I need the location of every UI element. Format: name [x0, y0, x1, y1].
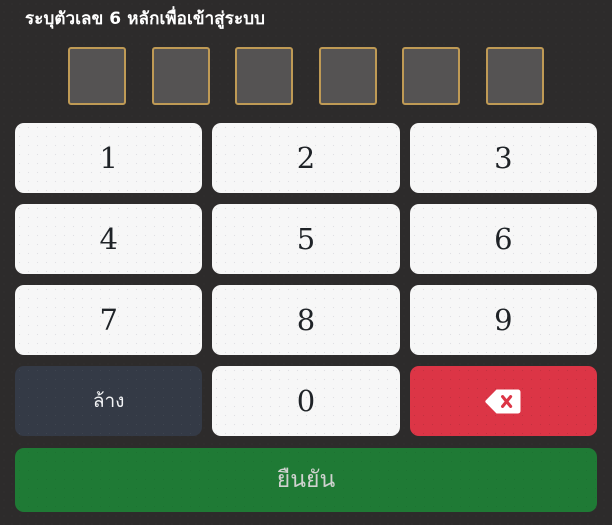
- key-3[interactable]: 3: [409, 123, 597, 193]
- pin-box-4[interactable]: [318, 46, 377, 105]
- key-1[interactable]: 1: [15, 123, 203, 193]
- pin-box-5[interactable]: [402, 46, 461, 105]
- pin-login-screen: ระบุตัวเลข 6 หลักเพื่อเข้าสู่ระบบ 1 2 3 …: [0, 0, 612, 525]
- backspace-button[interactable]: [409, 366, 597, 436]
- key-7-label: 7: [99, 302, 118, 337]
- pin-box-6[interactable]: [485, 46, 544, 105]
- key-6[interactable]: 6: [409, 204, 597, 274]
- key-9-label: 9: [494, 302, 513, 337]
- key-8[interactable]: 8: [212, 285, 400, 355]
- key-3-label: 3: [494, 140, 513, 175]
- key-0-label: 0: [296, 383, 316, 418]
- key-9[interactable]: 9: [409, 285, 597, 355]
- confirm-button-label: ยืนยัน: [276, 466, 336, 493]
- pin-box-2[interactable]: [151, 46, 210, 105]
- pin-display: [68, 44, 544, 107]
- confirm-button[interactable]: ยืนยัน: [15, 448, 597, 512]
- key-6-label: 6: [494, 221, 513, 256]
- clear-button-label: ล้าง: [92, 389, 125, 412]
- backspace-icon: [485, 389, 521, 413]
- key-4[interactable]: 4: [15, 204, 203, 274]
- key-5[interactable]: 5: [212, 204, 400, 274]
- key-1-label: 1: [99, 140, 118, 175]
- pin-box-1[interactable]: [68, 46, 126, 105]
- key-4-label: 4: [99, 221, 118, 256]
- keypad: 1 2 3 4 5 6 7 8 9 ล้าง 0: [15, 123, 597, 436]
- key-5-label: 5: [296, 221, 316, 256]
- header: ระบุตัวเลข 6 หลักเพื่อเข้าสู่ระบบ: [25, 6, 585, 32]
- key-7[interactable]: 7: [15, 285, 203, 355]
- key-2-label: 2: [296, 140, 316, 175]
- page-title: ระบุตัวเลข 6 หลักเพื่อเข้าสู่ระบบ: [25, 8, 265, 29]
- pin-box-3[interactable]: [235, 46, 294, 105]
- key-2[interactable]: 2: [212, 123, 400, 193]
- clear-button[interactable]: ล้าง: [15, 366, 203, 436]
- key-0[interactable]: 0: [212, 366, 400, 436]
- key-8-label: 8: [296, 302, 316, 337]
